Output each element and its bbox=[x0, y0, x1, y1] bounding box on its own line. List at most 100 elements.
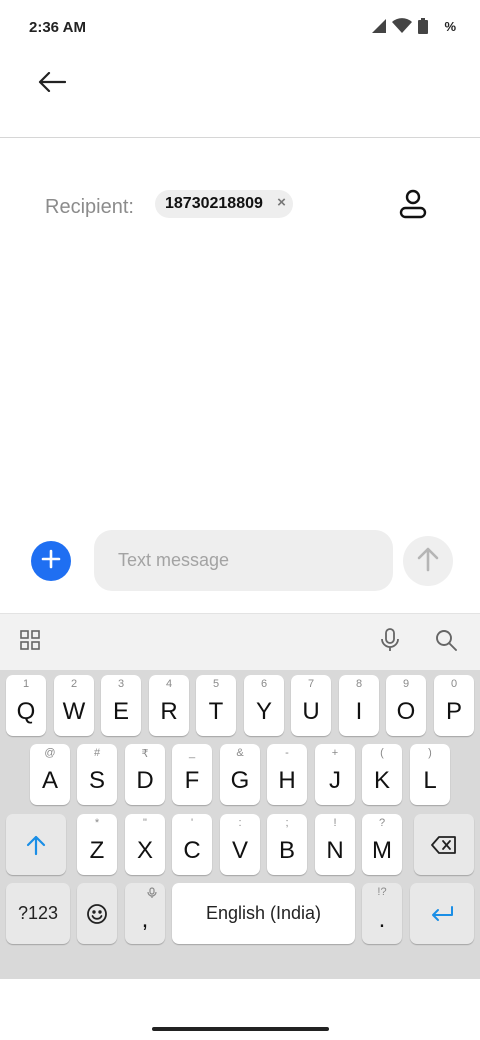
status-icons: % bbox=[370, 18, 456, 34]
key-hint: " bbox=[143, 817, 147, 829]
search-icon bbox=[435, 629, 457, 656]
key-label: Q bbox=[16, 698, 36, 725]
key-hint: ! bbox=[333, 817, 337, 829]
compose-bar bbox=[0, 530, 480, 592]
key-f[interactable]: _ F bbox=[172, 744, 212, 805]
voice-input-button[interactable] bbox=[376, 627, 404, 657]
key-v[interactable]: :V bbox=[220, 814, 260, 875]
key-label: G bbox=[230, 767, 250, 794]
key-q[interactable]: 1Q bbox=[6, 675, 46, 736]
space-key-label: English (India) bbox=[205, 903, 322, 923]
key-hint: 6 bbox=[260, 678, 268, 690]
key-label: A bbox=[41, 767, 58, 794]
signal-icon bbox=[370, 18, 387, 34]
key-w[interactable]: 2W bbox=[54, 675, 94, 736]
key-p[interactable]: 0P bbox=[434, 675, 474, 736]
key-hint: 4 bbox=[165, 678, 173, 690]
period-key[interactable]: !? . bbox=[362, 883, 402, 944]
shift-key[interactable] bbox=[6, 814, 66, 875]
period-key-label: . bbox=[378, 906, 386, 933]
key-hint: & bbox=[236, 747, 244, 759]
key-label: O bbox=[396, 698, 416, 725]
message-input[interactable] bbox=[94, 530, 393, 591]
keyboard-menu-button[interactable] bbox=[16, 628, 44, 656]
key-hint: 5 bbox=[212, 678, 220, 690]
key-hint: !? bbox=[377, 886, 387, 898]
key-hint: ; bbox=[285, 817, 289, 829]
key-m[interactable]: ? M bbox=[362, 814, 402, 875]
key-label: J bbox=[329, 767, 341, 794]
back-button[interactable] bbox=[30, 66, 74, 102]
key-y[interactable]: 6Y bbox=[244, 675, 284, 736]
key-t[interactable]: 5T bbox=[196, 675, 236, 736]
battery-icon bbox=[418, 18, 429, 34]
home-indicator[interactable] bbox=[152, 1027, 329, 1031]
key-c[interactable]: ' C bbox=[172, 814, 212, 875]
key-k[interactable]: (K bbox=[362, 744, 402, 805]
backspace-key[interactable] bbox=[414, 814, 474, 875]
wifi-icon bbox=[392, 18, 413, 34]
key-hint: ₹ bbox=[141, 748, 149, 760]
key-x[interactable]: " X bbox=[125, 814, 165, 875]
keyboard-search-button[interactable] bbox=[432, 628, 460, 656]
key-label: E bbox=[112, 698, 129, 725]
key-i[interactable]: 8I bbox=[339, 675, 379, 736]
key-label: X bbox=[136, 837, 153, 864]
add-attachment-button[interactable] bbox=[31, 541, 71, 581]
key-label: C bbox=[183, 837, 201, 864]
key-s[interactable]: # S bbox=[77, 744, 117, 805]
grid-icon bbox=[20, 629, 40, 655]
key-label: D bbox=[136, 767, 154, 794]
key-g[interactable]: & G bbox=[220, 744, 260, 805]
keyboard-toolbar bbox=[0, 613, 480, 670]
key-label: N bbox=[326, 837, 344, 864]
key-hint: - bbox=[285, 747, 289, 759]
emoji-icon bbox=[77, 883, 117, 944]
select-contact-button[interactable] bbox=[396, 188, 430, 224]
key-label: H bbox=[278, 767, 296, 794]
key-hint: * bbox=[94, 817, 100, 829]
key-j[interactable]: + J bbox=[315, 744, 355, 805]
key-label: M bbox=[372, 837, 392, 864]
key-label: W bbox=[62, 698, 86, 725]
key-hint: _ bbox=[188, 747, 196, 759]
status-time: 2:36 AM bbox=[29, 19, 86, 36]
key-l[interactable]: ) L bbox=[410, 744, 450, 805]
key-b[interactable]: ; B bbox=[267, 814, 307, 875]
key-h[interactable]: -H bbox=[267, 744, 307, 805]
send-button[interactable] bbox=[403, 536, 453, 586]
symbols-key[interactable]: ?123 bbox=[6, 883, 70, 944]
key-e[interactable]: 3E bbox=[101, 675, 141, 736]
arrow-left-icon bbox=[38, 71, 67, 97]
key-hint: ? bbox=[378, 817, 386, 829]
key-d[interactable]: ₹ D bbox=[125, 744, 165, 805]
recipient-chip[interactable]: 18730218809 × bbox=[155, 190, 293, 218]
key-label: Y bbox=[255, 698, 272, 725]
chip-remove-button[interactable]: × bbox=[277, 194, 286, 211]
key-o[interactable]: 9O bbox=[386, 675, 426, 736]
recipient-row: Recipient: 18730218809 × bbox=[0, 186, 480, 226]
enter-key[interactable] bbox=[410, 883, 474, 944]
key-hint: # bbox=[93, 747, 101, 759]
mic-icon bbox=[380, 627, 400, 657]
key-z[interactable]: * Z bbox=[77, 814, 117, 875]
comma-key[interactable]: , bbox=[125, 883, 165, 944]
key-a[interactable]: @ A bbox=[30, 744, 70, 805]
recipient-number: 18730218809 bbox=[165, 195, 263, 212]
key-label: Z bbox=[89, 837, 105, 864]
key-hint: ) bbox=[428, 747, 432, 759]
symbols-key-label: ?123 bbox=[17, 903, 59, 923]
key-label: U bbox=[302, 698, 320, 725]
key-u[interactable]: 7U bbox=[291, 675, 331, 736]
key-hint: 3 bbox=[117, 678, 125, 690]
key-label: L bbox=[423, 767, 437, 794]
key-label: F bbox=[184, 767, 200, 794]
key-n[interactable]: ! N bbox=[315, 814, 355, 875]
space-key[interactable]: English (India) bbox=[172, 883, 355, 944]
emoji-key[interactable] bbox=[77, 883, 117, 944]
key-hint: ( bbox=[380, 747, 384, 759]
status-bar: 2:36 AM % bbox=[0, 0, 480, 56]
keyboard: 1Q 2W 3E 4R 5T 6Y 7U 8I 9O 0P @ A # S ₹ D _… bbox=[0, 670, 480, 979]
key-r[interactable]: 4R bbox=[149, 675, 189, 736]
key-hint: ' bbox=[190, 817, 194, 829]
